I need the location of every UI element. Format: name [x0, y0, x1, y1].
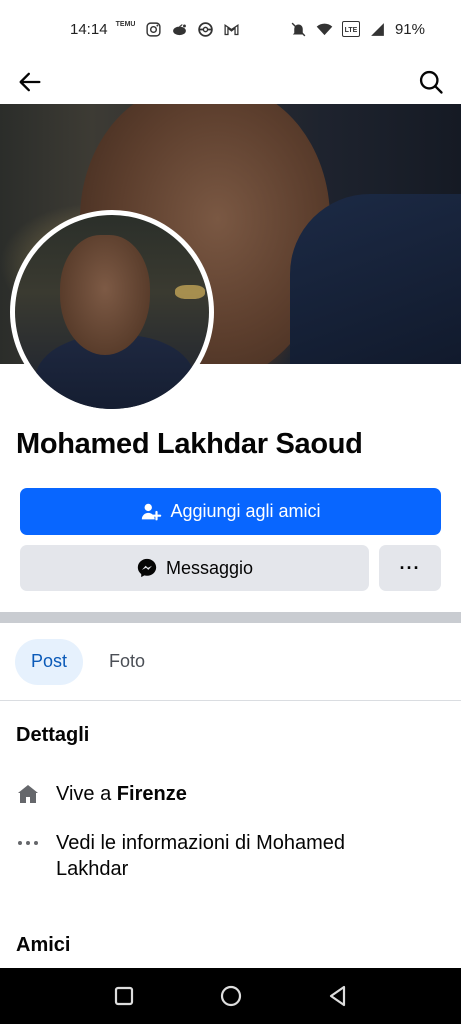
lives-in-row: Vive a Firenze	[16, 781, 187, 807]
see-info-row[interactable]: Vedi le informazioni di Mohamed Lakhdar	[16, 830, 345, 882]
tab-photos[interactable]: Foto	[93, 639, 161, 685]
search-icon[interactable]	[417, 68, 445, 96]
messenger-icon	[137, 558, 157, 578]
gmail-icon	[224, 23, 239, 35]
more-horizontal-icon	[16, 830, 40, 856]
profile-avatar[interactable]	[10, 210, 214, 414]
lives-in-text: Vive a Firenze	[56, 781, 187, 807]
instagram-icon	[145, 21, 161, 37]
home-icon	[16, 781, 40, 807]
pokeball-icon	[197, 21, 213, 37]
message-button[interactable]: Messaggio	[20, 545, 369, 591]
section-divider	[0, 612, 461, 623]
see-info-text: Vedi le informazioni di Mohamed Lakhdar	[56, 830, 345, 882]
profile-tabs: Post Foto	[0, 623, 461, 701]
more-dots-icon: ···	[399, 557, 421, 578]
avatar-face	[60, 235, 150, 355]
signal-icon	[371, 22, 384, 36]
temu-icon: TEMU	[115, 20, 136, 28]
top-app-bar	[0, 58, 461, 106]
add-friend-button[interactable]: Aggiungi agli amici	[20, 488, 441, 535]
lives-in-prefix: Vive a	[56, 783, 112, 805]
avatar-light	[175, 285, 205, 299]
reddit-icon	[172, 23, 186, 35]
status-bar: 14:14 TEMU LTE 91%	[0, 0, 461, 58]
battery-level: 91%	[394, 20, 425, 38]
volte-icon: LTE	[341, 21, 360, 37]
system-nav-bar	[0, 968, 461, 1024]
more-options-button[interactable]: ···	[379, 545, 441, 591]
mute-icon	[291, 22, 306, 36]
message-label: Messaggio	[165, 557, 254, 578]
see-info-line1: Vedi le informazioni di Mohamed	[56, 832, 346, 854]
cover-jacket	[290, 194, 461, 364]
avatar-photo	[15, 215, 209, 409]
recents-icon[interactable]	[112, 984, 136, 1008]
see-info-line2: Lakhdar	[56, 858, 129, 880]
home-circle-icon[interactable]	[219, 984, 243, 1008]
back-triangle-icon[interactable]	[326, 984, 350, 1008]
add-friend-icon	[142, 503, 162, 520]
add-friend-label: Aggiungi agli amici	[170, 501, 321, 521]
lives-in-city: Firenze	[116, 783, 187, 805]
details-heading: Dettagli	[16, 724, 90, 746]
status-time: 14:14	[70, 20, 108, 38]
friends-heading: Amici	[16, 934, 71, 956]
wifi-icon	[316, 23, 333, 35]
profile-name: Mohamed Lakhdar Saoud	[16, 428, 363, 460]
arrow-left-icon[interactable]	[16, 68, 44, 96]
tab-post[interactable]: Post	[15, 638, 84, 685]
